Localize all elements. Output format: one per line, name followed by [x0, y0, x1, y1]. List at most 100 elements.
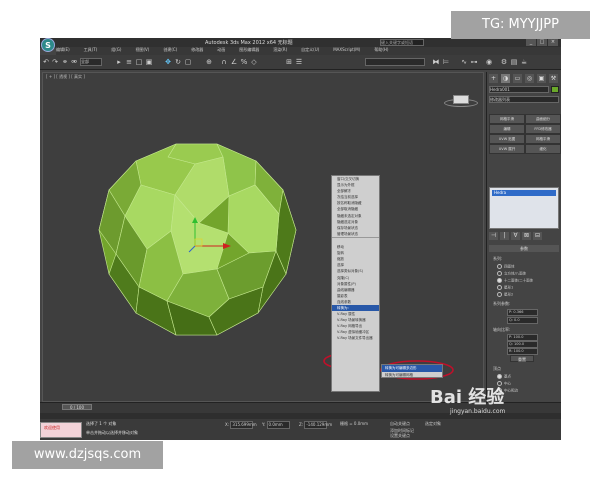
spinner-snap-icon[interactable]: ◇	[250, 58, 258, 66]
menu-item[interactable]: 编辑(E)	[56, 47, 70, 52]
snap-icon[interactable]: ∩	[220, 58, 228, 66]
stack-item-hedra[interactable]: Hedra	[492, 190, 556, 196]
parameters-rollout-header[interactable]: 参数	[489, 245, 559, 252]
q-spinner[interactable]: Q: 0.0	[507, 317, 538, 324]
modifier-button[interactable]: 编辑	[489, 124, 525, 134]
select-by-name-icon[interactable]: ≡	[125, 58, 133, 66]
render-frame-icon[interactable]: ▤	[510, 58, 518, 66]
family-option[interactable]: 星形2	[497, 292, 513, 298]
display-tab[interactable]: ▣	[537, 74, 546, 83]
menu-item[interactable]: 工具(T)	[84, 47, 98, 52]
render-icon[interactable]: ☕	[520, 58, 528, 66]
align-icon[interactable]: ⊞	[285, 58, 293, 66]
modifier-button[interactable]: FFD修改器	[525, 124, 561, 134]
pin-stack-icon[interactable]: ⊣	[489, 232, 498, 240]
family-option[interactable]: 十二面体/二十面体	[497, 278, 533, 284]
family-option[interactable]: 星形1	[497, 285, 513, 291]
menu-item[interactable]: 修改器	[191, 47, 203, 52]
configure-sets-icon[interactable]: ⊟	[533, 232, 542, 240]
hedra-object[interactable]	[43, 73, 485, 403]
curve-editor-icon[interactable]: ∿	[460, 58, 468, 66]
make-unique-icon[interactable]: ∀	[511, 232, 520, 240]
modifier-button[interactable]: 网格平滑	[525, 134, 561, 144]
menu-item[interactable]: 动画	[217, 47, 225, 52]
z-coordinate-field[interactable]: Z: -140.129mm	[299, 421, 332, 429]
axis-r-spinner[interactable]: R: 100.0	[507, 348, 538, 355]
x-coordinate-field[interactable]: X: 315.699mm	[225, 421, 257, 429]
main-toolbar: ↶ ↷ ⚭ ⚮ 全部 ▸ ≡ □ ▣ ✥ ↻ ▢ ⊕ ∩ ∠ % ◇ ⊞ ☰ ⧓…	[40, 55, 561, 70]
axis-p-spinner[interactable]: P: 100.0	[507, 334, 538, 341]
menu-item[interactable]: 组(G)	[111, 47, 121, 52]
menu-item[interactable]: 渲染(R)	[273, 47, 287, 52]
menu-item[interactable]: 视图(V)	[135, 47, 149, 52]
search-input[interactable]: 键入关键字或短语	[380, 39, 424, 46]
perspective-viewport[interactable]: [ + ] [ 透视 ] [ 真实 ]	[42, 72, 485, 418]
window-crossing-icon[interactable]: ▣	[145, 58, 153, 66]
layer-icon[interactable]: ☰	[295, 58, 303, 66]
window-title: Autodesk 3ds Max 2012 x64 无标题	[205, 40, 293, 46]
family-option[interactable]: 立方体/八面体	[497, 271, 526, 277]
vertices-label: 顶点	[493, 366, 501, 371]
hierarchy-tab[interactable]: ▭	[513, 74, 522, 83]
set-key-button[interactable]: 设置关键点	[390, 433, 410, 439]
motion-tab[interactable]: ◎	[525, 74, 534, 83]
family-option[interactable]: 四面体	[497, 264, 515, 270]
viewcube-icon[interactable]	[453, 95, 469, 104]
key-filter-dropdown[interactable]: 选定对象	[425, 421, 441, 427]
select-icon[interactable]: ▸	[115, 58, 123, 66]
material-editor-icon[interactable]: ◉	[485, 58, 493, 66]
menu-item[interactable]: 创建(C)	[163, 47, 177, 52]
baidu-url-watermark: jingyan.baidu.com	[450, 408, 506, 415]
reset-button[interactable]: 重置	[510, 355, 534, 362]
menu-item[interactable]: MAXScript(M)	[333, 47, 360, 52]
modifier-button[interactable]: 细化	[525, 144, 561, 154]
menu-item[interactable]: 图形编辑器	[239, 47, 259, 52]
rotate-icon[interactable]: ↻	[174, 58, 182, 66]
menu-item[interactable]: 帮助(H)	[374, 47, 388, 52]
undo-icon[interactable]: ↶	[42, 58, 50, 66]
modifier-button[interactable]: 网格平滑	[489, 114, 525, 124]
angle-snap-icon[interactable]: ∠	[230, 58, 238, 66]
move-icon[interactable]: ✥	[164, 58, 172, 66]
rect-select-icon[interactable]: □	[135, 58, 143, 66]
redo-icon[interactable]: ↷	[51, 58, 59, 66]
p-spinner[interactable]: P: 0.366	[507, 309, 538, 316]
selection-filter-dropdown[interactable]: 全部	[80, 58, 102, 66]
app-logo-button[interactable]: S	[41, 38, 55, 52]
vertex-option[interactable]: 基点	[497, 374, 511, 380]
utilities-tab[interactable]: ⚒	[549, 74, 558, 83]
align-tool-icon[interactable]: ⊨	[442, 58, 450, 66]
object-color-swatch[interactable]	[551, 86, 559, 93]
app-window: Autodesk 3ds Max 2012 x64 无标题 键入关键字或短语 _…	[40, 38, 561, 440]
show-end-result-icon[interactable]: |	[500, 232, 509, 240]
object-name-field[interactable]: Hedra001	[489, 86, 549, 93]
create-tab[interactable]: +	[489, 74, 498, 83]
maxscript-listener[interactable]: 欢迎使用	[40, 422, 82, 438]
schematic-icon[interactable]: ⊶	[470, 58, 478, 66]
y-coordinate-field[interactable]: Y: 0.0mm	[262, 421, 290, 429]
unlink-icon[interactable]: ⚮	[70, 58, 78, 66]
modifier-stack[interactable]: Hedra	[489, 187, 559, 229]
minimize-button[interactable]: _	[526, 38, 536, 46]
menu-item[interactable]: 自定义(U)	[301, 47, 319, 52]
maximize-button[interactable]: □	[537, 38, 547, 46]
auto-key-button[interactable]: 自动关键点	[390, 421, 410, 427]
time-slider[interactable]: 0 / 100	[62, 404, 92, 410]
render-setup-icon[interactable]: ⚙	[500, 58, 508, 66]
remove-modifier-icon[interactable]: ⊠	[522, 232, 531, 240]
close-button[interactable]: ×	[548, 38, 558, 46]
modifier-button[interactable]: 曲面细分	[525, 114, 561, 124]
modifier-button[interactable]: UVW 贴图	[489, 134, 525, 144]
pivot-icon[interactable]: ⊕	[205, 58, 213, 66]
convert-to-editable-mesh-item[interactable]: 转换为可编辑网格	[382, 372, 442, 379]
link-icon[interactable]: ⚭	[61, 58, 69, 66]
modify-tab[interactable]: ◑	[501, 74, 510, 83]
modifier-list-dropdown[interactable]: 修改器列表	[489, 96, 559, 103]
percent-snap-icon[interactable]: %	[240, 58, 248, 66]
mirror-icon[interactable]: ⧓	[432, 58, 440, 66]
scale-icon[interactable]: ▢	[184, 58, 192, 66]
named-selection-input[interactable]	[365, 58, 425, 66]
modifier-button[interactable]: UVW 展开	[489, 144, 525, 154]
axis-q-spinner[interactable]: Q: 100.0	[507, 341, 538, 348]
quad-menu-item[interactable]: V-Ray 场景文件导出器	[332, 335, 379, 341]
